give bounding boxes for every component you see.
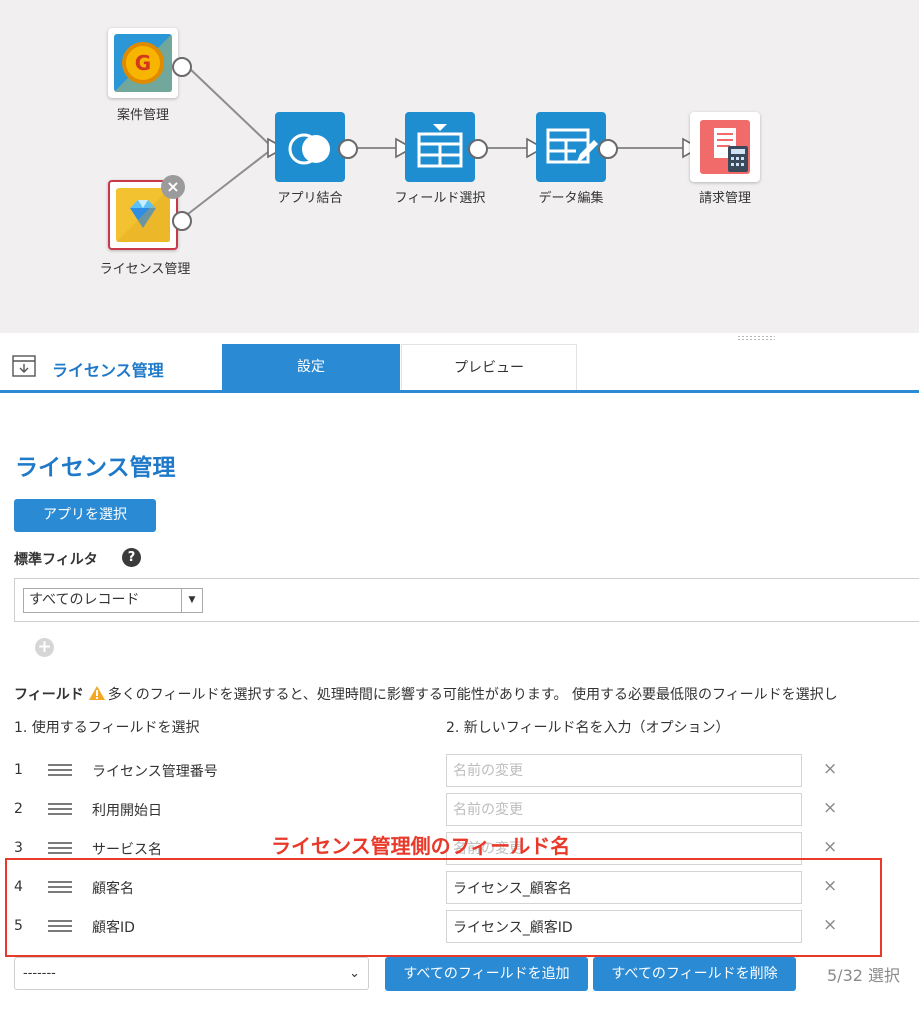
node-billing[interactable] [690, 112, 760, 182]
chevron-down-icon: ⌄ [349, 966, 360, 981]
rename-input[interactable] [446, 754, 802, 787]
select-app-button[interactable]: アプリを選択 [14, 499, 156, 532]
filter-box: すべてのレコード ▼ [14, 578, 919, 622]
port-field-select-out[interactable] [468, 139, 488, 159]
row-number: 1 [14, 762, 23, 778]
annotation-label: ライセンス管理側のフィールド名 [271, 834, 571, 858]
field-select-icon [417, 124, 463, 168]
field-name: 利用開始日 [92, 803, 162, 819]
help-icon[interactable]: ? [122, 548, 141, 567]
node-merge[interactable] [275, 112, 345, 182]
anken-app-icon: G [114, 34, 172, 92]
tab-preview[interactable]: プレビュー [401, 344, 577, 390]
remove-field-close-icon[interactable]: × [823, 759, 837, 779]
data-edit-icon [546, 128, 598, 164]
anken-icon-letter: G [135, 51, 151, 75]
record-filter-select[interactable]: すべてのレコード ▼ [23, 588, 203, 613]
port-merge-out[interactable] [338, 139, 358, 159]
fields-warning-text: 多くのフィールドを選択すると、処理時間に影響する可能性があります。 使用する必要… [107, 687, 838, 703]
flow-canvas[interactable]: G 案件管理 × ライセンス管理 アプリ結合 フィールド選択 データ編集 請求管… [0, 0, 919, 333]
add-field-select-value: ------- [23, 966, 56, 981]
remove-field-close-icon[interactable]: × [823, 798, 837, 818]
node-field-select[interactable] [405, 112, 475, 182]
remove-node-close-icon[interactable]: × [161, 175, 185, 199]
add-filter-plus-icon[interactable]: + [35, 638, 54, 657]
node-license-label: ライセンス管理 [99, 262, 191, 277]
remove-field-close-icon[interactable]: × [823, 837, 837, 857]
annotation-highlight-box [5, 858, 882, 957]
record-filter-value: すべてのレコード [29, 592, 140, 608]
node-anken-label: 案件管理 [116, 108, 170, 123]
panel-tab-bar: ライセンス管理 設定 プレビュー [0, 343, 919, 393]
row-number: 2 [14, 801, 23, 817]
app-root: G 案件管理 × ライセンス管理 アプリ結合 フィールド選択 データ編集 請求管… [0, 0, 919, 1024]
connector-anken-merge [187, 66, 273, 148]
field-row: 2 利用開始日 × [0, 791, 919, 827]
merge-icon [288, 133, 330, 165]
panel-resize-handle[interactable] [737, 335, 775, 340]
node-data-edit-label: データ編集 [538, 191, 604, 206]
remove-all-fields-button[interactable]: すべてのフィールドを削除 [593, 957, 796, 991]
drag-handle-icon[interactable] [48, 842, 72, 854]
field-name: ライセンス管理番号 [92, 764, 218, 780]
rename-fields-header: 2. 新しいフィールド名を入力（オプション） [446, 720, 730, 736]
field-name: サービス名 [92, 842, 162, 858]
add-all-fields-button[interactable]: すべてのフィールドを追加 [385, 957, 588, 991]
panel-app-icon [12, 355, 36, 377]
port-license-out[interactable] [172, 211, 192, 231]
warning-icon [88, 686, 105, 700]
fields-label: フィールド [14, 687, 84, 703]
row-number: 3 [14, 840, 23, 856]
add-field-select[interactable]: ------- ⌄ [14, 957, 369, 990]
chevron-down-icon: ▼ [181, 589, 202, 612]
drag-handle-icon[interactable] [48, 803, 72, 815]
field-row: 1 ライセンス管理番号 × [0, 752, 919, 788]
rename-input[interactable] [446, 793, 802, 826]
drag-handle-icon[interactable] [48, 764, 72, 776]
port-data-edit-out[interactable] [598, 139, 618, 159]
node-anken[interactable]: G [108, 28, 178, 98]
node-field-select-label: フィールド選択 [394, 191, 486, 206]
port-anken-out[interactable] [172, 57, 192, 77]
selected-count: 5/32 選択 [827, 966, 901, 985]
panel-title: ライセンス管理 [52, 361, 164, 380]
standard-filter-label: 標準フィルタ [14, 552, 98, 568]
node-merge-label: アプリ結合 [277, 191, 343, 206]
node-data-edit[interactable] [536, 112, 606, 182]
billing-app-icon [700, 120, 750, 174]
connector-license-merge [187, 148, 273, 215]
select-fields-header: 1. 使用するフィールドを選択 [14, 720, 200, 736]
tab-settings[interactable]: 設定 [222, 344, 400, 390]
settings-heading: ライセンス管理 [15, 455, 176, 481]
fields-warning-line: フィールド 多くのフィールドを選択すると、処理時間に影響する可能性があります。 使… [14, 684, 838, 704]
node-billing-label: 請求管理 [698, 191, 752, 206]
